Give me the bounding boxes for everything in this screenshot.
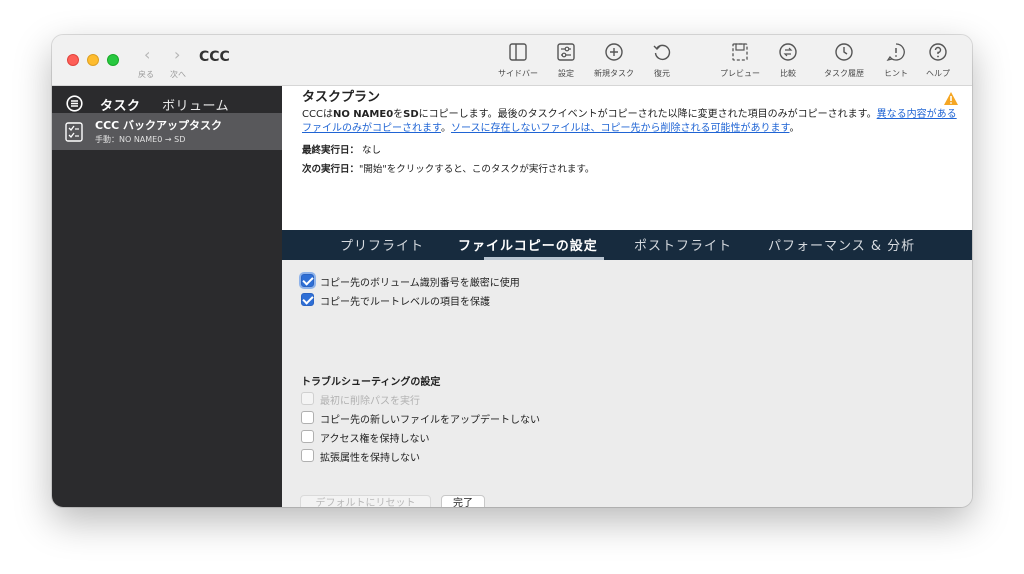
next-run-label: 次の実行日： [302, 164, 360, 175]
back-arrow-icon[interactable]: ‹ [144, 45, 150, 64]
task-document-icon [65, 122, 83, 142]
task-subtitle: 手動：NO NAME0 → SD [95, 135, 186, 144]
next-run-value: "開始"をクリックすると、このタスクが実行されます。 [359, 164, 595, 175]
option-label: アクセス権を保持しない [320, 434, 430, 445]
restore-icon [653, 44, 671, 61]
checkbox[interactable] [301, 411, 314, 424]
close-window-button[interactable] [67, 54, 79, 66]
desc-text: 。 [789, 123, 800, 134]
last-run-line: 最終実行日： なし [302, 142, 381, 156]
destination-volume-name: SD [403, 109, 419, 120]
forward-label: 次へ [170, 70, 186, 79]
option-label: コピー先のボリューム識別番号を厳密に使用 [320, 278, 520, 289]
plan-title: タスクプラン [302, 90, 381, 105]
settings-icon [557, 43, 575, 61]
desc-text: を [393, 109, 404, 120]
tab-volumes[interactable]: ボリューム [162, 95, 229, 114]
checkbox[interactable] [301, 293, 314, 306]
option-label: 最初に削除パスを実行 [320, 396, 420, 407]
task-history-button-label: タスク履歴 [824, 69, 864, 78]
restore-button[interactable]: 復元 [632, 41, 692, 79]
file-copy-settings: コピー先のボリューム識別番号を厳密に使用 コピー先でルートレベルの項目を保護 ト… [282, 260, 972, 507]
restore-button-label: 復元 [654, 69, 670, 78]
option-label: コピー先の新しいファイルをアップデートしない [320, 415, 540, 426]
last-run-label: 最終実行日： [302, 145, 360, 156]
zoom-window-button[interactable] [107, 54, 119, 66]
source-volume-name: NO NAME0 [332, 109, 394, 120]
menu-icon[interactable] [66, 95, 83, 112]
plan-description: CCCはNO NAME0をSDにコピーします。最後のタスクイベントがコピーされた… [302, 108, 962, 136]
main-panel: タスクプラン CCCはNO NAME0をSDにコピーします。最後のタスクイベント… [282, 86, 972, 507]
help-button-label: ヘルプ [926, 69, 950, 78]
sidebar: タスク ボリューム CCC バックアップタスク 手動：NO NAME0 → SD [52, 86, 282, 507]
toolbar: ‹ › 戻る 次へ CCC サイドバー 設定 新規タスク 復元 プレビュー 比較 [52, 35, 972, 86]
compare-button-label: 比較 [780, 69, 796, 78]
help-icon [929, 43, 947, 61]
clock-icon [835, 43, 853, 61]
sidebar-icon [509, 43, 527, 61]
tab-preflight[interactable]: プリフライト [340, 235, 424, 254]
checkbox [301, 392, 314, 405]
next-run-line: 次の実行日："開始"をクリックすると、このタスクが実行されます。 [302, 161, 594, 175]
app-window: ‹ › 戻る 次へ CCC サイドバー 設定 新規タスク 復元 プレビュー 比較 [52, 35, 972, 507]
desc-text: 。 [441, 123, 451, 134]
tab-postflight[interactable]: ポストフライト [634, 235, 732, 254]
option-label: 拡張属性を保持しない [320, 453, 420, 464]
tab-tasks[interactable]: タスク [100, 95, 141, 114]
back-label: 戻る [138, 70, 154, 79]
sidebar-task-item[interactable]: CCC バックアップタスク 手動：NO NAME0 → SD [52, 113, 282, 150]
checkbox[interactable] [301, 449, 314, 462]
settings-tabbar: プリフライト ファイルコピーの設定 ポストフライト パフォーマンス & 分析 [282, 230, 972, 260]
task-plan-panel: タスクプラン CCCはNO NAME0をSDにコピーします。最後のタスクイベント… [282, 86, 972, 230]
compare-icon [779, 43, 797, 61]
add-circle-icon [605, 43, 623, 61]
troubleshooting-heading: トラブルシューティングの設定 [301, 377, 441, 388]
desc-text: CCCは [302, 109, 333, 120]
tab-file-copy-settings[interactable]: ファイルコピーの設定 [458, 235, 598, 254]
preview-icon [732, 43, 748, 61]
checkbox[interactable] [301, 274, 314, 287]
warning-icon[interactable] [943, 91, 959, 106]
window-title: CCC [199, 49, 230, 65]
reset-defaults-button: デフォルトにリセット [300, 495, 431, 507]
last-run-value: なし [362, 145, 382, 156]
compare-button[interactable]: 比較 [758, 41, 818, 79]
tab-performance-analysis[interactable]: パフォーマンス & 分析 [768, 235, 915, 254]
help-button[interactable]: ヘルプ [908, 41, 968, 79]
forward-arrow-icon[interactable]: › [174, 45, 180, 64]
task-history-button[interactable]: タスク履歴 [814, 41, 874, 79]
task-title: CCC バックアップタスク [95, 119, 223, 132]
checkbox[interactable] [301, 430, 314, 443]
minimize-window-button[interactable] [87, 54, 99, 66]
done-button[interactable]: 完了 [441, 495, 485, 507]
safetynet-deletion-link[interactable]: ソースに存在しないファイルは、コピー先から削除される可能性があります [451, 123, 790, 134]
desc-text: にコピーします。最後のタスクイベントがコピーされた以降に変更された項目のみがコピ… [418, 109, 877, 120]
hint-icon [886, 43, 905, 62]
option-label: コピー先でルートレベルの項目を保護 [320, 297, 490, 308]
